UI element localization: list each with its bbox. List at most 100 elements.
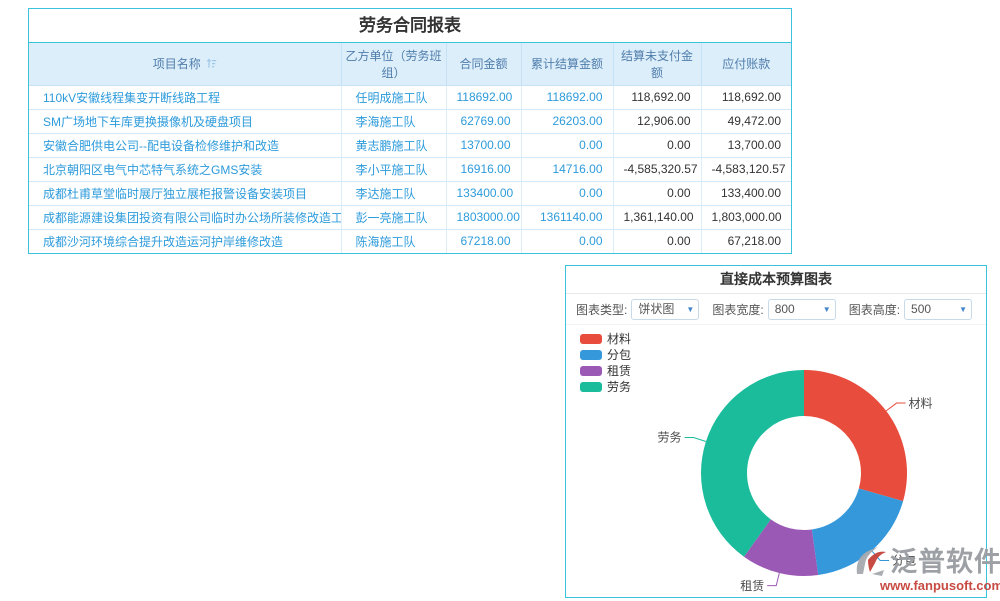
- column-header-label: 合同金额: [459, 57, 507, 71]
- column-header-project[interactable]: 项目名称: [29, 43, 341, 85]
- table-row[interactable]: 成都沙河环境综合提升改造运河护岸维修改造陈海施工队67218.000.000.0…: [29, 229, 791, 253]
- cell-project: 成都沙河环境综合提升改造运河护岸维修改造: [29, 229, 341, 253]
- chart-type-control: 图表类型: 饼状图 ▼: [576, 299, 699, 320]
- cell-unit: 彭一亮施工队: [341, 205, 446, 229]
- chart-type-select[interactable]: 饼状图 ▼: [631, 299, 699, 320]
- cell-settled_amount: 26203.00: [521, 109, 613, 133]
- chevron-down-icon: ▼: [959, 300, 967, 319]
- legend-swatch: [580, 382, 602, 392]
- project-link[interactable]: SM广场地下车库更换摄像机及硬盘项目: [43, 115, 253, 129]
- project-link[interactable]: 安徽合肥供电公司--配电设备检修维护和改造: [43, 139, 279, 153]
- column-header-unit: 乙方单位（劳务班组）: [341, 43, 446, 85]
- chart-type-label: 图表类型:: [576, 301, 627, 318]
- cell-unit: 陈海施工队: [341, 229, 446, 253]
- cell-project: 110kV安徽线程集变开断线路工程: [29, 85, 341, 109]
- cell-settled_amount: 0.00: [521, 229, 613, 253]
- legend-label: 劳务: [607, 379, 631, 394]
- slice-label: 材料: [909, 396, 933, 410]
- column-header-label: 乙方单位（劳务班组）: [346, 49, 442, 80]
- fanpu-watermark: 泛普软件 www.fanpusoft.com: [854, 546, 1000, 592]
- legend-label: 材料: [607, 332, 631, 346]
- cell-payable_amount: -4,583,120.57: [701, 157, 791, 181]
- cell-unpaid_amount: 118,692.00: [613, 85, 701, 109]
- chart-height-control: 图表高度: 500 ▼: [849, 299, 972, 320]
- project-link[interactable]: 成都杜甫草堂临时展厅独立展柜报警设备安装项目: [43, 187, 307, 201]
- table-row[interactable]: SM广场地下车库更换摄像机及硬盘项目李海施工队62769.0026203.001…: [29, 109, 791, 133]
- cell-payable_amount: 133,400.00: [701, 181, 791, 205]
- legend-item-0[interactable]: 材料: [580, 332, 631, 346]
- chart-width-label: 图表宽度:: [712, 301, 763, 318]
- chevron-down-icon: ▼: [823, 300, 831, 319]
- cell-payable_amount: 49,472.00: [701, 109, 791, 133]
- table-row[interactable]: 北京朝阳区电气中芯特气系统之GMS安装 李小平施工队16916.0014716.0…: [29, 157, 791, 181]
- label-leader-line: [767, 573, 779, 586]
- report-title: 劳务合同报表: [29, 9, 791, 43]
- column-header-unpaid_amount: 结算未支付金额: [613, 43, 701, 85]
- pie-slice-0[interactable]: [804, 370, 907, 501]
- chart-width-select[interactable]: 800 ▼: [768, 299, 836, 320]
- cell-unit: 任明成施工队: [341, 85, 446, 109]
- table-header-row: 项目名称乙方单位（劳务班组）合同金额累计结算金额结算未支付金额应付账款: [29, 43, 791, 85]
- column-header-label: 项目名称: [153, 57, 201, 71]
- chevron-down-icon: ▼: [686, 300, 694, 319]
- cell-unit: 李小平施工队: [341, 157, 446, 181]
- cell-contract_amount: 13700.00: [446, 133, 521, 157]
- legend-label: 分包: [607, 348, 631, 362]
- slice-label: 租赁: [740, 579, 764, 593]
- cell-settled_amount: 118692.00: [521, 85, 613, 109]
- table-row[interactable]: 成都杜甫草堂临时展厅独立展柜报警设备安装项目李达施工队133400.000.00…: [29, 181, 791, 205]
- slice-label: 劳务: [658, 430, 682, 445]
- label-leader-line: [685, 438, 706, 442]
- legend-swatch: [580, 350, 602, 360]
- legend-swatch: [580, 366, 602, 376]
- chart-type-value: 饼状图: [638, 302, 674, 316]
- sort-icon[interactable]: [206, 58, 217, 72]
- cell-contract_amount: 1803000.00: [446, 205, 521, 229]
- column-header-settled_amount: 累计结算金额: [521, 43, 613, 85]
- cell-project: 成都能源建设集团投资有限公司临时办公场所装修改造工程EPC: [29, 205, 341, 229]
- cell-unit: 李达施工队: [341, 181, 446, 205]
- chart-controls: 图表类型: 饼状图 ▼ 图表宽度: 800 ▼ 图表高度: 500 ▼: [566, 294, 986, 325]
- cell-unpaid_amount: 0.00: [613, 229, 701, 253]
- chart-height-value: 500: [911, 302, 931, 316]
- cell-contract_amount: 16916.00: [446, 157, 521, 181]
- watermark-brand: 泛普软件: [890, 549, 1000, 576]
- report-table-body: 110kV安徽线程集变开断线路工程任明成施工队118692.00118692.0…: [29, 85, 791, 253]
- project-link[interactable]: 成都能源建设集团投资有限公司临时办公场所装修改造工程EPC: [43, 211, 341, 225]
- legend-item-3[interactable]: 劳务: [580, 379, 631, 394]
- cell-unpaid_amount: 12,906.00: [613, 109, 701, 133]
- report-table: 项目名称乙方单位（劳务班组）合同金额累计结算金额结算未支付金额应付账款 110k…: [29, 43, 791, 253]
- column-header-label: 累计结算金额: [531, 57, 603, 71]
- table-row[interactable]: 安徽合肥供电公司--配电设备检修维护和改造黄志鹏施工队13700.000.000…: [29, 133, 791, 157]
- cell-contract_amount: 133400.00: [446, 181, 521, 205]
- cell-contract_amount: 67218.00: [446, 229, 521, 253]
- cell-project: 成都杜甫草堂临时展厅独立展柜报警设备安装项目: [29, 181, 341, 205]
- chart-width-value: 800: [775, 302, 795, 316]
- cell-contract_amount: 118692.00: [446, 85, 521, 109]
- cell-payable_amount: 67,218.00: [701, 229, 791, 253]
- table-row[interactable]: 成都能源建设集团投资有限公司临时办公场所装修改造工程EPC彭一亮施工队18030…: [29, 205, 791, 229]
- cell-unit: 黄志鹏施工队: [341, 133, 446, 157]
- cell-unpaid_amount: 0.00: [613, 181, 701, 205]
- cell-settled_amount: 0.00: [521, 133, 613, 157]
- label-leader-line: [886, 403, 905, 411]
- cell-unpaid_amount: 0.00: [613, 133, 701, 157]
- table-row[interactable]: 110kV安徽线程集变开断线路工程任明成施工队118692.00118692.0…: [29, 85, 791, 109]
- chart-height-label: 图表高度:: [849, 301, 900, 318]
- legend-item-1[interactable]: 分包: [580, 348, 631, 362]
- cell-settled_amount: 0.00: [521, 181, 613, 205]
- cell-unit: 李海施工队: [341, 109, 446, 133]
- column-header-contract_amount: 合同金额: [446, 43, 521, 85]
- cell-payable_amount: 118,692.00: [701, 85, 791, 109]
- legend-item-2[interactable]: 租赁: [580, 364, 631, 378]
- project-link[interactable]: 北京朝阳区电气中芯特气系统之GMS安装: [43, 163, 262, 177]
- chart-width-control: 图表宽度: 800 ▼: [712, 299, 835, 320]
- project-link[interactable]: 110kV安徽线程集变开断线路工程: [43, 91, 220, 105]
- chart-title: 直接成本预算图表: [566, 266, 986, 294]
- chart-height-select[interactable]: 500 ▼: [904, 299, 972, 320]
- cell-settled_amount: 14716.00: [521, 157, 613, 181]
- project-link[interactable]: 成都沙河环境综合提升改造运河护岸维修改造: [43, 235, 283, 249]
- cell-project: 北京朝阳区电气中芯特气系统之GMS安装: [29, 157, 341, 181]
- fanpu-logo-icon: [854, 546, 888, 578]
- cell-unpaid_amount: 1,361,140.00: [613, 205, 701, 229]
